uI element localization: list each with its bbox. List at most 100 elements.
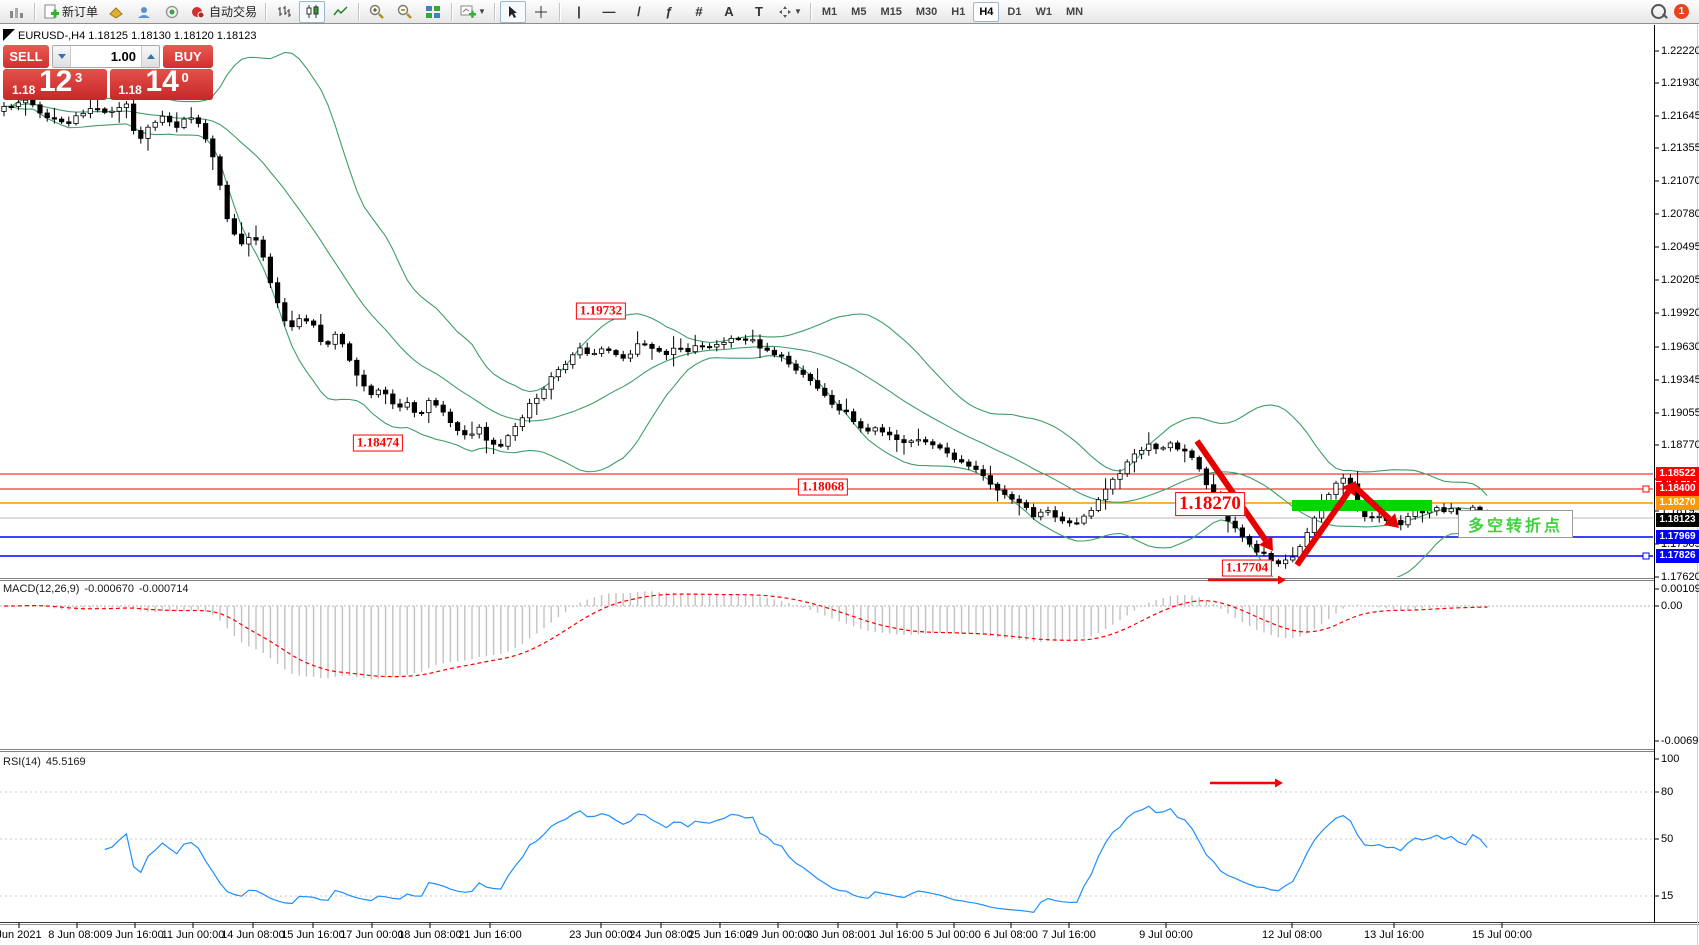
toolbar-separator [34, 3, 35, 21]
time-axis-label[interactable]: 6 Jul 08:00 [984, 929, 1038, 941]
arrows-tool-dropdown[interactable]: ▼ [775, 1, 805, 23]
timeframe-button-d1[interactable]: D1 [1001, 2, 1027, 22]
price-axis-tick[interactable]: 1.21930 [1661, 77, 1699, 89]
macd-name: MACD(12,26,9) [3, 583, 79, 595]
time-axis-label[interactable]: 21 Jun 16:00 [458, 929, 522, 941]
navigator-button[interactable] [131, 1, 157, 23]
bar-chart-button[interactable] [271, 1, 297, 23]
timeframe-button-m1[interactable]: M1 [816, 2, 843, 22]
price-axis-tick[interactable]: 1.21645 [1661, 110, 1699, 122]
timeframe-button-mn[interactable]: MN [1060, 2, 1089, 22]
rsi-axis-tick[interactable]: 80 [1661, 786, 1673, 798]
time-axis-label[interactable]: 15 Jun 16:00 [281, 929, 345, 941]
time-axis-label[interactable]: 13 Jul 16:00 [1364, 929, 1424, 941]
autotrading-button[interactable]: 自动交易 [187, 1, 260, 23]
autotrading-icon [190, 5, 206, 19]
new-order-button[interactable]: 新订单 [40, 1, 101, 23]
time-axis-label[interactable]: Jun 2021 [0, 929, 42, 941]
rsi-axis-tick[interactable]: 15 [1661, 890, 1673, 902]
time-axis-label[interactable]: 1 Jul 16:00 [870, 929, 924, 941]
macd-axis-tick[interactable]: 0.001097 [1661, 583, 1699, 595]
one-click-collapse-icon[interactable] [3, 29, 15, 41]
time-axis-label[interactable]: 15 Jul 00:00 [1472, 929, 1532, 941]
price-tag-1.18270: 1.18270 [1656, 496, 1699, 510]
line-chart-button[interactable] [327, 1, 353, 23]
price-annotation-1.19732[interactable]: 1.19732 [576, 303, 626, 320]
time-axis-label[interactable]: 18 Jun 08:00 [398, 929, 462, 941]
notification-badge[interactable]: 1 [1674, 4, 1689, 19]
price-axis-tick[interactable]: 1.19055 [1661, 407, 1699, 419]
text-tool[interactable]: A [715, 1, 743, 23]
price-axis-tick[interactable]: 1.21070 [1661, 175, 1699, 187]
market-watch-button[interactable] [103, 1, 129, 23]
app-chart-icon[interactable] [3, 1, 29, 23]
price-annotation-1.18270[interactable]: 1.18270 [1175, 492, 1245, 516]
timeframe-button-h1[interactable]: H1 [945, 2, 971, 22]
timeframe-button-m30[interactable]: M30 [910, 2, 943, 22]
volume-decrease-button[interactable] [53, 46, 71, 67]
time-axis-label[interactable]: 9 Jul 00:00 [1139, 929, 1193, 941]
timeframe-button-m15[interactable]: M15 [874, 2, 907, 22]
volume-increase-button[interactable] [141, 46, 159, 67]
time-axis-label[interactable]: 7 Jul 16:00 [1042, 929, 1096, 941]
crosshair-button[interactable] [528, 1, 554, 23]
time-axis-label[interactable]: 23 Jun 00:00 [569, 929, 633, 941]
price-annotation-1.18474[interactable]: 1.18474 [353, 435, 403, 452]
time-axis-label[interactable]: 30 Jun 08:00 [806, 929, 870, 941]
search-icon[interactable] [1651, 4, 1666, 19]
bull-bear-turning-point-note[interactable]: 多空转折点 [1458, 510, 1573, 538]
terminal-button[interactable] [159, 1, 185, 23]
fibonacci-tool[interactable]: ƒ [655, 1, 683, 23]
rsi-axis-tick[interactable]: 50 [1661, 833, 1673, 845]
time-axis-label[interactable]: 17 Jun 00:00 [340, 929, 404, 941]
trendline-tool[interactable]: / [625, 1, 653, 23]
price-axis-tick[interactable]: 1.21355 [1661, 142, 1699, 154]
price-axis-tick[interactable]: 1.19345 [1661, 374, 1699, 386]
timeframe-button-m5[interactable]: M5 [845, 2, 872, 22]
price-axis-tick[interactable]: 1.17620 [1661, 571, 1699, 583]
price-annotation-1.18068[interactable]: 1.18068 [798, 479, 848, 496]
time-axis-label[interactable]: 29 Jun 00:00 [746, 929, 810, 941]
time-axis-label[interactable]: 5 Jul 00:00 [927, 929, 981, 941]
zoom-in-button[interactable] [364, 1, 390, 23]
price-axis-tick[interactable]: 1.20495 [1661, 241, 1699, 253]
buy-button[interactable]: BUY [163, 45, 213, 68]
chart-canvas[interactable] [0, 0, 1699, 945]
macd-axis-tick[interactable]: 0.00 [1661, 600, 1682, 612]
price-axis-tick[interactable]: 1.18770 [1661, 439, 1699, 451]
time-axis-label[interactable]: 8 Jun 08:00 [48, 929, 106, 941]
time-axis-label[interactable]: 25 Jun 16:00 [688, 929, 752, 941]
sell-button[interactable]: SELL [3, 45, 49, 68]
zoom-out-button[interactable] [392, 1, 418, 23]
chart-icon [9, 5, 23, 19]
time-axis-label[interactable]: 24 Jun 08:00 [629, 929, 693, 941]
time-axis-label[interactable]: 14 Jun 08:00 [221, 929, 285, 941]
vertical-line-tool[interactable]: | [565, 1, 593, 23]
price-axis-tick[interactable]: 1.19920 [1661, 307, 1699, 319]
time-axis-label[interactable]: 12 Jul 08:00 [1262, 929, 1322, 941]
price-tag-1.17969: 1.17969 [1656, 530, 1699, 544]
text-label-tool[interactable]: T [745, 1, 773, 23]
price-axis-tick[interactable]: 1.22220 [1661, 45, 1699, 57]
price-axis-tick[interactable]: 1.19630 [1661, 341, 1699, 353]
timeframe-button-w1[interactable]: W1 [1029, 2, 1058, 22]
time-axis-label[interactable]: 11 Jun 00:00 [162, 929, 225, 941]
tile-windows-button[interactable] [420, 1, 446, 23]
volume-value[interactable]: 1.00 [71, 46, 141, 67]
price-axis-tick[interactable]: 1.20205 [1661, 274, 1699, 286]
buy-price-display[interactable]: 1.18 14 0 [110, 69, 214, 100]
macd-axis-tick[interactable]: -0.0069 [1661, 735, 1698, 747]
time-axis-label[interactable]: 9 Jun 16:00 [106, 929, 164, 941]
candlestick-chart-button[interactable] [299, 1, 325, 23]
price-annotation-1.17704[interactable]: 1.17704 [1222, 560, 1272, 577]
new-chart-dropdown[interactable]: ▼ [457, 1, 489, 23]
timeframe-button-h4[interactable]: H4 [973, 2, 999, 22]
volume-stepper[interactable]: 1.00 [52, 45, 160, 68]
cursor-button[interactable] [500, 1, 526, 23]
horizontal-line-tool[interactable]: — [595, 1, 623, 23]
sell-price-display[interactable]: 1.18 12 3 [3, 69, 107, 100]
price-axis-tick[interactable]: 1.20780 [1661, 208, 1699, 220]
rsi-axis-tick[interactable]: 100 [1661, 753, 1679, 765]
toolbar: 新订单 自动交易 [0, 0, 1699, 24]
fibonacci-grid-tool[interactable]: # [685, 1, 713, 23]
